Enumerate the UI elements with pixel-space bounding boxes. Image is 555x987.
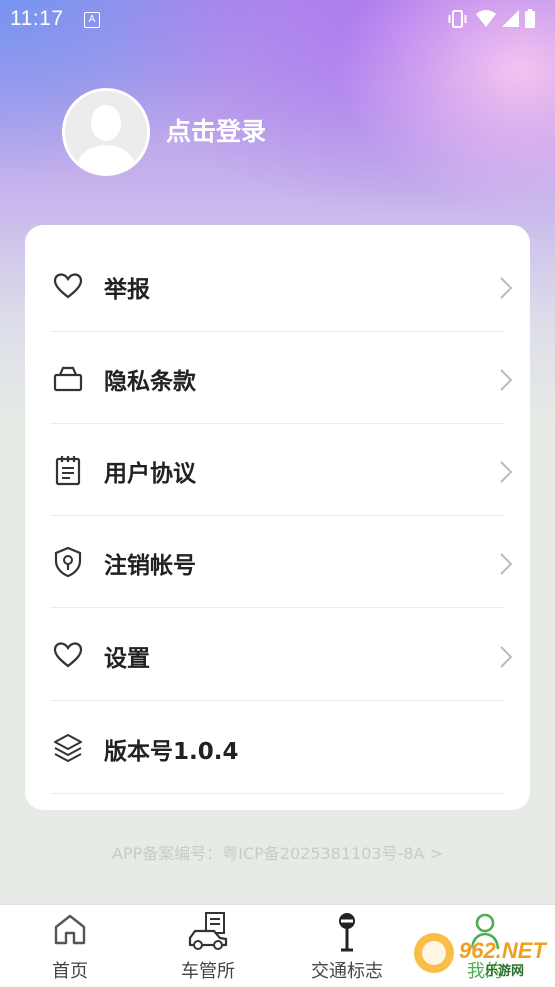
signal-icon <box>502 10 519 27</box>
layers-icon <box>52 732 84 764</box>
tab-vehicle-office[interactable]: 车管所 <box>148 905 268 987</box>
heart-icon <box>52 270 84 302</box>
menu-item-delete-account[interactable]: 注销帐号 <box>50 516 513 608</box>
wifi-icon <box>476 10 496 27</box>
tab-traffic-signs[interactable]: 交通标志 <box>287 905 407 987</box>
watermark-subtext: 乐游网 <box>485 964 525 979</box>
car-icon <box>186 911 230 955</box>
tab-label: 交通标志 <box>311 961 383 982</box>
menu-item-label: 隐私条款 <box>104 369 196 395</box>
divider <box>50 793 505 794</box>
watermark-logo: 962.NET 乐游网 <box>411 930 549 979</box>
menu-item-label: 设置 <box>104 646 150 672</box>
tab-label: 首页 <box>52 961 88 982</box>
menu-item-label: 举报 <box>104 277 150 303</box>
vibrate-icon <box>448 10 467 28</box>
chevron-right-icon <box>499 552 513 580</box>
chevron-right-icon <box>499 645 513 673</box>
home-icon <box>52 911 88 951</box>
divider <box>50 700 505 701</box>
menu-item-label: 用户协议 <box>104 461 196 487</box>
menu-item-privacy[interactable]: 隐私条款 <box>50 332 513 424</box>
chevron-right-icon <box>499 368 513 396</box>
user-avatar-icon <box>65 91 147 173</box>
menu-item-label: 注销帐号 <box>104 553 196 579</box>
battery-icon <box>525 9 535 28</box>
divider <box>50 607 505 608</box>
notification-badge: A <box>84 12 100 28</box>
menu-card: 举报 隐私条款 用户协议 注销帐号 设置 版本号1.0.4 <box>25 225 530 810</box>
tab-label: 车管所 <box>181 961 235 982</box>
watermark-icon <box>414 933 454 973</box>
login-label[interactable]: 点击登录 <box>166 112 266 148</box>
heart-icon <box>52 639 84 671</box>
chevron-right-icon <box>499 276 513 304</box>
menu-item-report[interactable]: 举报 <box>50 240 513 332</box>
shield-keyhole-icon <box>52 546 84 578</box>
avatar[interactable] <box>62 88 150 176</box>
lock-icon <box>52 362 84 394</box>
menu-item-version: 版本号1.0.4 <box>50 702 505 794</box>
menu-item-agreement[interactable]: 用户协议 <box>50 424 513 516</box>
version-label: 版本号1.0.4 <box>104 739 239 765</box>
road-sign-icon <box>332 911 362 957</box>
status-icons <box>448 8 543 34</box>
menu-item-settings[interactable]: 设置 <box>50 609 513 701</box>
status-bar: 11:17 A <box>0 0 555 38</box>
tab-home[interactable]: 首页 <box>10 905 130 987</box>
icp-record-link[interactable]: APP备案编号：粤ICP备2025381103号-8A > <box>0 840 555 864</box>
clipboard-icon <box>52 454 84 486</box>
status-time: 11:17 <box>10 7 64 30</box>
chevron-right-icon <box>499 460 513 488</box>
